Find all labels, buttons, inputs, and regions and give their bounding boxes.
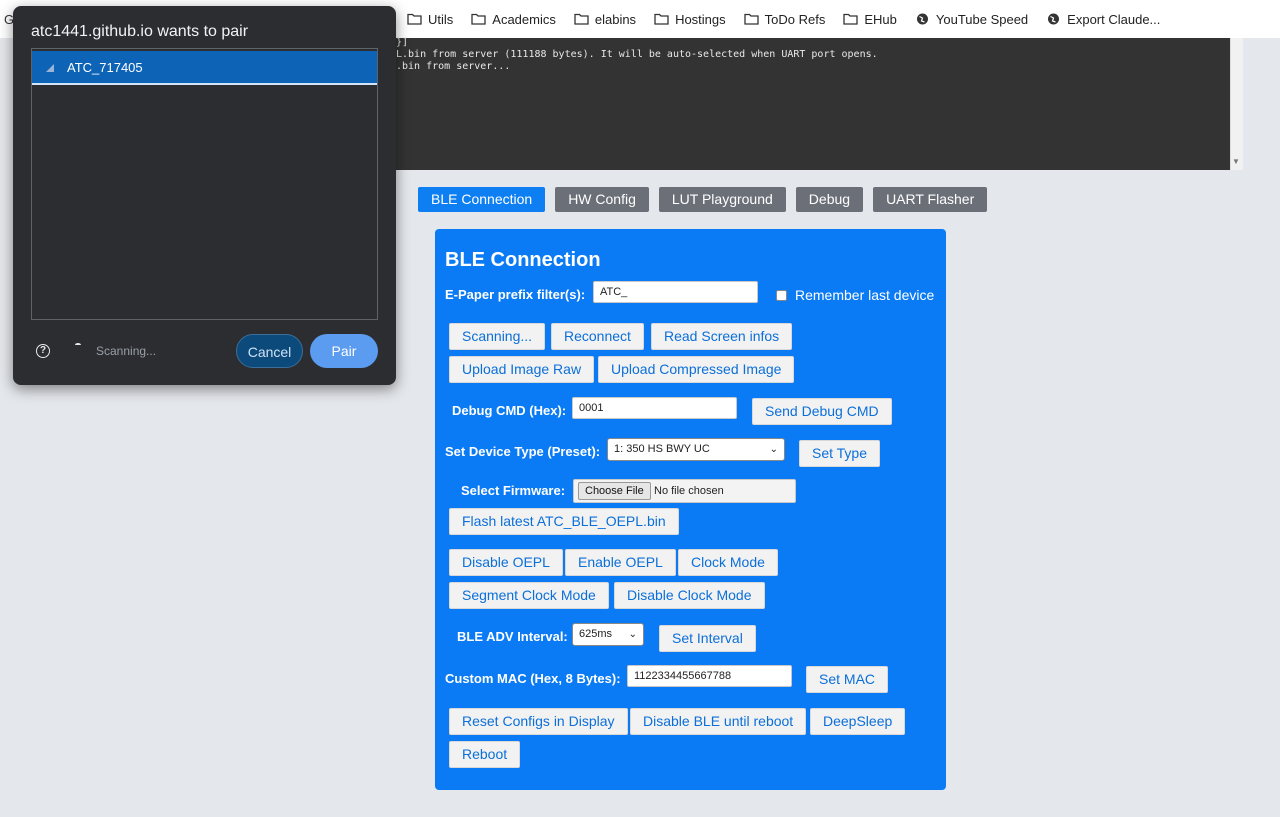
log-line: }] <box>396 37 409 48</box>
globe-icon <box>916 13 928 25</box>
device-name: ATC_717405 <box>67 60 143 75</box>
bookmark-export-claude[interactable]: Export Claude... <box>1037 0 1169 38</box>
send-debug-cmd-button[interactable]: Send Debug CMD <box>752 398 892 425</box>
tab-debug[interactable]: Debug <box>795 187 864 212</box>
remember-device-label: Remember last device <box>795 287 935 303</box>
read-screen-infos-button[interactable]: Read Screen infos <box>651 323 793 350</box>
bookmark-label: ToDo Refs <box>764 11 826 27</box>
bookmark-academics[interactable]: Academics <box>462 0 565 38</box>
tab-bar: BLE Connection HW Config LUT Playground … <box>418 187 988 212</box>
prefix-filter-input[interactable]: ATC_ <box>593 281 758 303</box>
chevron-down-icon: ⌄ <box>628 629 637 640</box>
set-interval-button[interactable]: Set Interval <box>659 625 756 652</box>
device-list: ATC_717405 <box>31 48 378 320</box>
bookmark-ehub[interactable]: EHub <box>834 0 906 38</box>
firmware-file-input[interactable]: Choose File No file chosen <box>573 479 796 503</box>
reboot-button[interactable]: Reboot <box>449 741 521 768</box>
remember-device-checkbox[interactable] <box>776 290 787 301</box>
adv-interval-select[interactable]: 625ms ⌄ <box>572 623 644 646</box>
log-line: L.bin from server (111188 bytes). It wil… <box>396 49 878 60</box>
segment-clock-mode-button[interactable]: Segment Clock Mode <box>449 582 609 609</box>
folder-icon <box>471 13 486 25</box>
bookmark-elabins[interactable]: elabins <box>565 0 645 38</box>
bookmark-utils[interactable]: Utils <box>398 0 462 38</box>
bookmark-todo-refs[interactable]: ToDo Refs <box>735 0 835 38</box>
clock-mode-button[interactable]: Clock Mode <box>678 549 778 576</box>
bookmark-hostings[interactable]: Hostings <box>645 0 735 38</box>
set-type-button[interactable]: Set Type <box>799 440 881 467</box>
device-type-select[interactable]: 1: 350 HS BWY UC ⌄ <box>607 438 785 461</box>
signal-strength-icon <box>46 64 54 72</box>
reset-configs-button[interactable]: Reset Configs in Display <box>449 708 628 735</box>
folder-icon <box>843 13 858 25</box>
upload-compressed-image-button[interactable]: Upload Compressed Image <box>598 356 795 383</box>
log-line: .bin from server... <box>396 61 511 72</box>
custom-mac-input[interactable]: 1122334455667788 <box>627 665 792 687</box>
disable-oepl-button[interactable]: Disable OEPL <box>449 549 563 576</box>
bookmark-youtube-speed[interactable]: YouTube Speed <box>906 0 1037 38</box>
folder-icon <box>574 13 589 25</box>
ble-connection-panel: BLE Connection E-Paper prefix filter(s):… <box>435 229 946 790</box>
disable-clock-mode-button[interactable]: Disable Clock Mode <box>614 582 765 609</box>
adv-interval-label: BLE ADV Interval: <box>457 629 568 644</box>
tab-hw-config[interactable]: HW Config <box>555 187 649 212</box>
panel-title: BLE Connection <box>445 249 601 271</box>
device-list-item[interactable]: ATC_717405 <box>32 51 377 85</box>
adv-interval-value: 625ms <box>579 628 613 640</box>
scanning-status: Scanning... <box>96 344 157 358</box>
chevron-down-icon: ⌄ <box>769 444 778 455</box>
bookmark-label: YouTube Speed <box>935 11 1029 27</box>
flash-firmware-button[interactable]: Flash latest ATC_BLE_OEPL.bin <box>449 508 679 535</box>
pair-button[interactable]: Pair <box>310 334 378 368</box>
disable-ble-button[interactable]: Disable BLE until reboot <box>630 708 807 735</box>
bookmark-label: Hostings <box>675 11 726 27</box>
dialog-title: atc1441.github.io wants to pair <box>31 23 249 40</box>
debug-cmd-input[interactable]: 0001 <box>572 397 737 419</box>
tab-uart-flasher[interactable]: UART Flasher <box>873 187 988 212</box>
select-firmware-label: Select Firmware: <box>461 483 566 498</box>
bluetooth-pair-dialog: atc1441.github.io wants to pair ATC_7174… <box>13 6 396 385</box>
deepsleep-button[interactable]: DeepSleep <box>810 708 906 735</box>
debug-cmd-label: Debug CMD (Hex): <box>452 403 567 418</box>
log-scrollbar[interactable] <box>1230 38 1243 170</box>
tab-ble-connection[interactable]: BLE Connection <box>418 187 546 212</box>
device-type-label: Set Device Type (Preset): <box>445 444 601 459</box>
cancel-button[interactable]: Cancel <box>236 334 303 368</box>
upload-image-raw-button[interactable]: Upload Image Raw <box>449 356 595 383</box>
bookmark-label: elabins <box>594 11 637 27</box>
reconnect-button[interactable]: Reconnect <box>551 323 644 350</box>
folder-icon <box>407 13 422 25</box>
scanning-button[interactable]: Scanning... <box>449 323 546 350</box>
scroll-down-arrow-icon[interactable]: ▼ <box>1232 157 1240 166</box>
file-status: No file chosen <box>654 485 724 497</box>
help-icon[interactable]: ? <box>36 344 50 358</box>
folder-icon <box>743 13 759 25</box>
bookmark-label: EHub <box>864 11 897 27</box>
tab-lut-playground[interactable]: LUT Playground <box>658 187 786 212</box>
custom-mac-label: Custom MAC (Hex, 8 Bytes): <box>445 671 621 686</box>
globe-icon <box>1048 13 1060 25</box>
set-mac-button[interactable]: Set MAC <box>806 666 889 693</box>
bookmark-label: Academics <box>492 11 556 27</box>
device-type-value: 1: 350 HS BWY UC <box>614 443 710 455</box>
bookmark-list: Utils Academics elabins Hostings ToDo Re… <box>398 0 1169 38</box>
folder-icon <box>654 13 669 25</box>
enable-oepl-button[interactable]: Enable OEPL <box>565 549 676 576</box>
loading-spinner-icon <box>75 343 81 347</box>
prefix-filter-label: E-Paper prefix filter(s): <box>445 287 586 302</box>
bookmark-label: Utils <box>428 11 454 27</box>
bookmark-label: Export Claude... <box>1067 11 1161 27</box>
choose-file-button[interactable]: Choose File <box>578 482 651 500</box>
